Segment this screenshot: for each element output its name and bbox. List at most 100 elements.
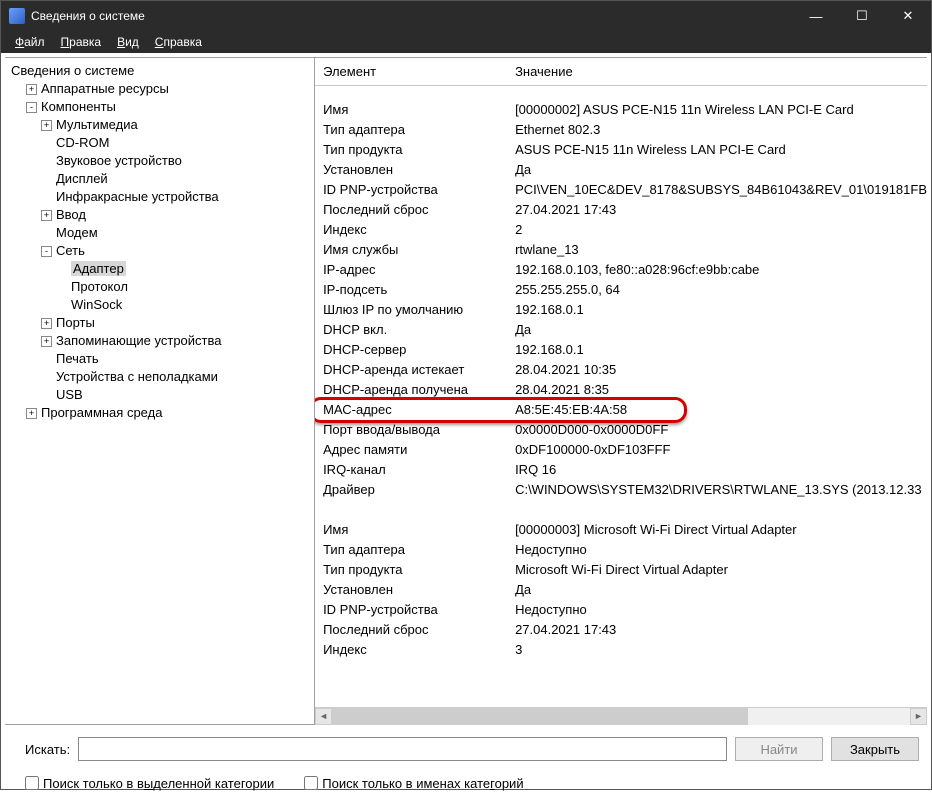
tree-sound[interactable]: Звуковое устройство <box>41 152 312 170</box>
expand-icon[interactable]: + <box>26 408 37 419</box>
cell-value: 0x0000D000-0x0000D0FF <box>515 420 927 440</box>
cell-value: [00000002] ASUS PCE-N15 11n Wireless LAN… <box>515 100 927 120</box>
table-row[interactable]: Тип продуктаMicrosoft Wi-Fi Direct Virtu… <box>315 560 927 580</box>
cell-value: A8:5E:45:EB:4A:58 <box>515 400 927 420</box>
cell-element: Последний сброс <box>323 620 515 640</box>
col-value[interactable]: Значение <box>507 58 581 85</box>
tree-print[interactable]: Печать <box>41 350 312 368</box>
scroll-thumb[interactable] <box>332 708 748 725</box>
table-row[interactable]: Адрес памяти0xDF100000-0xDF103FFF <box>315 440 927 460</box>
search-in-names-checkbox[interactable] <box>304 776 318 790</box>
table-row[interactable]: Шлюз IP по умолчанию192.168.0.1 <box>315 300 927 320</box>
cell-element: Имя службы <box>323 240 515 260</box>
tree-multimedia[interactable]: +Мультимедиа <box>41 116 312 134</box>
scroll-left-icon[interactable]: ◄ <box>315 708 332 725</box>
maximize-button[interactable]: ☐ <box>839 1 885 31</box>
table-row[interactable]: DHCP вкл.Да <box>315 320 927 340</box>
table-row[interactable]: Последний сброс27.04.2021 17:43 <box>315 200 927 220</box>
tree-usb[interactable]: USB <box>41 386 312 404</box>
cell-element: Установлен <box>323 160 515 180</box>
search-in-selected-checkbox[interactable] <box>25 776 39 790</box>
table-row[interactable]: DHCP-сервер192.168.0.1 <box>315 340 927 360</box>
tree-input[interactable]: +Ввод <box>41 206 312 224</box>
find-button[interactable]: Найти <box>735 737 823 761</box>
menu-edit[interactable]: Правка <box>53 33 110 51</box>
cell-value: Да <box>515 320 927 340</box>
app-icon <box>9 8 25 24</box>
tree-hardware-resources[interactable]: +Аппаратные ресурсы <box>26 80 312 98</box>
table-row[interactable]: ID PNP-устройстваPCI\VEN_10EC&DEV_8178&S… <box>315 180 927 200</box>
table-row[interactable]: Имя[00000003] Microsoft Wi-Fi Direct Vir… <box>315 520 927 540</box>
cell-element: IRQ-канал <box>323 460 515 480</box>
table-row[interactable]: Тип адаптераНедоступно <box>315 540 927 560</box>
titlebar: Сведения о системе — ☐ ✕ <box>1 1 931 31</box>
expand-icon[interactable]: + <box>41 210 52 221</box>
table-row[interactable]: ID PNP-устройстваНедоступно <box>315 600 927 620</box>
grid-body[interactable]: Имя[00000002] ASUS PCE-N15 11n Wireless … <box>315 86 927 707</box>
cell-element: ID PNP-устройства <box>323 600 515 620</box>
cell-value: C:\WINDOWS\SYSTEM32\DRIVERS\RTWLANE_13.S… <box>515 480 927 500</box>
close-button[interactable]: ✕ <box>885 1 931 31</box>
tree-modem[interactable]: Модем <box>41 224 312 242</box>
tree-protocol[interactable]: Протокол <box>56 278 312 296</box>
table-row[interactable]: IP-адрес192.168.0.103, fe80::a028:96cf:e… <box>315 260 927 280</box>
menu-file[interactable]: Файл <box>7 33 53 51</box>
tree-winsock[interactable]: WinSock <box>56 296 312 314</box>
table-row[interactable]: IP-подсеть255.255.255.0, 64 <box>315 280 927 300</box>
tree-cdrom[interactable]: CD-ROM <box>41 134 312 152</box>
tree-display[interactable]: Дисплей <box>41 170 312 188</box>
cell-value: Недоступно <box>515 600 927 620</box>
collapse-icon[interactable]: - <box>41 246 52 257</box>
menu-help[interactable]: Справка <box>147 33 210 51</box>
close-search-button[interactable]: Закрыть <box>831 737 919 761</box>
table-row[interactable]: МАС-адресA8:5E:45:EB:4A:58 <box>315 400 927 420</box>
collapse-icon[interactable]: - <box>26 102 37 113</box>
table-row[interactable]: DHCP-аренда получена28.04.2021 8:35 <box>315 380 927 400</box>
table-row[interactable]: Порт ввода/вывода0x0000D000-0x0000D0FF <box>315 420 927 440</box>
table-row[interactable]: ДрайверC:\WINDOWS\SYSTEM32\DRIVERS\RTWLA… <box>315 480 927 500</box>
menu-view[interactable]: Вид <box>109 33 147 51</box>
expand-icon[interactable]: + <box>41 318 52 329</box>
tree-root[interactable]: Сведения о системе +Аппаратные ресурсы -… <box>11 62 312 422</box>
search-in-category-names[interactable]: Поиск только в именах категорий <box>304 776 523 791</box>
tree-storage[interactable]: +Запоминающие устройства <box>41 332 312 350</box>
search-input[interactable] <box>78 737 727 761</box>
cell-element: Адрес памяти <box>323 440 515 460</box>
cell-value: 27.04.2021 17:43 <box>515 620 927 640</box>
horizontal-scrollbar[interactable]: ◄ ► <box>315 707 927 724</box>
table-row[interactable]: УстановленДа <box>315 160 927 180</box>
cell-value: 192.168.0.1 <box>515 300 927 320</box>
tree-adapter[interactable]: Адаптер <box>56 260 312 278</box>
cell-value: Да <box>515 580 927 600</box>
category-tree[interactable]: Сведения о системе +Аппаратные ресурсы -… <box>5 58 315 724</box>
tree-network[interactable]: -Сеть Адаптер Протокол WinSock <box>41 242 312 314</box>
table-row[interactable]: Индекс2 <box>315 220 927 240</box>
search-in-selected-category[interactable]: Поиск только в выделенной категории <box>25 776 274 791</box>
cell-value: 0xDF100000-0xDF103FFF <box>515 440 927 460</box>
tree-components[interactable]: -Компоненты +Мультимедиа CD-ROM Звуковое… <box>26 98 312 404</box>
table-row[interactable]: IRQ-каналIRQ 16 <box>315 460 927 480</box>
expand-icon[interactable]: + <box>26 84 37 95</box>
table-row[interactable]: Тип адаптераEthernet 802.3 <box>315 120 927 140</box>
table-row[interactable]: Имя службыrtwlane_13 <box>315 240 927 260</box>
cell-value: 2 <box>515 220 927 240</box>
table-row[interactable]: Последний сброс27.04.2021 17:43 <box>315 620 927 640</box>
cell-element: Шлюз IP по умолчанию <box>323 300 515 320</box>
cell-element: Тип адаптера <box>323 540 515 560</box>
tree-software-env[interactable]: +Программная среда <box>26 404 312 422</box>
tree-ports[interactable]: +Порты <box>41 314 312 332</box>
table-row[interactable]: Тип продуктаASUS PCE-N15 11n Wireless LA… <box>315 140 927 160</box>
table-row[interactable]: DHCP-аренда истекает28.04.2021 10:35 <box>315 360 927 380</box>
expand-icon[interactable]: + <box>41 120 52 131</box>
expand-icon[interactable]: + <box>41 336 52 347</box>
cell-element: DHCP вкл. <box>323 320 515 340</box>
table-row[interactable]: Имя[00000002] ASUS PCE-N15 11n Wireless … <box>315 100 927 120</box>
col-element[interactable]: Элемент <box>315 58 507 85</box>
tree-infrared[interactable]: Инфракрасные устройства <box>41 188 312 206</box>
minimize-button[interactable]: — <box>793 1 839 31</box>
tree-problem[interactable]: Устройства с неполадками <box>41 368 312 386</box>
scroll-right-icon[interactable]: ► <box>910 708 927 725</box>
cell-element: Тип продукта <box>323 560 515 580</box>
table-row[interactable]: Индекс3 <box>315 640 927 660</box>
table-row[interactable]: УстановленДа <box>315 580 927 600</box>
